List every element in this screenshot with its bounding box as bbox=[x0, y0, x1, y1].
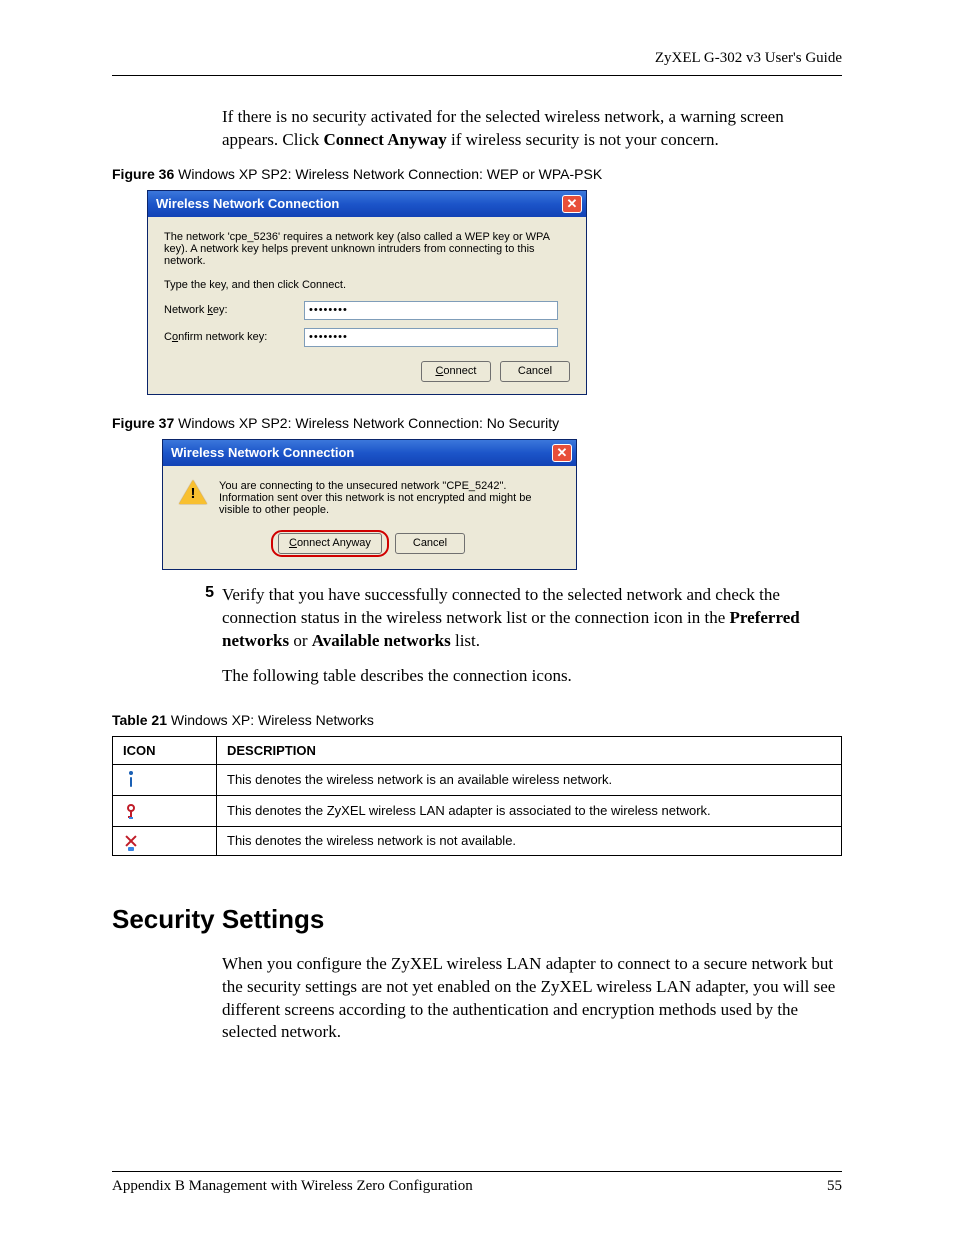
intro-text-2: if wireless security is not your concern… bbox=[447, 130, 719, 149]
ca-u: C bbox=[289, 537, 297, 549]
cancel-button[interactable]: Cancel bbox=[500, 361, 570, 382]
dialog-nosec-titlebar[interactable]: Wireless Network Connection ✕ bbox=[163, 440, 576, 466]
intro-paragraph: If there is no security activated for th… bbox=[222, 106, 842, 152]
figure-37-caption: Figure 37 Windows XP SP2: Wireless Netwo… bbox=[112, 415, 842, 431]
cell-icon-available bbox=[113, 764, 217, 795]
figure-36-caption-text: Windows XP SP2: Wireless Network Connect… bbox=[174, 166, 602, 182]
th-icon: ICON bbox=[113, 736, 217, 764]
dialog-wep-instr: Type the key, and then click Connect. bbox=[164, 279, 570, 291]
dialog-wep-titlebar[interactable]: Wireless Network Connection ✕ bbox=[148, 191, 586, 217]
connect-button[interactable]: Connect bbox=[421, 361, 491, 382]
confirm-key-input[interactable] bbox=[304, 328, 558, 347]
dialog-nosec: Wireless Network Connection ✕ You are co… bbox=[162, 439, 577, 570]
available-network-icon bbox=[123, 771, 139, 789]
confirm-key-label: Confirm network key: bbox=[164, 331, 304, 343]
step-5-body: Verify that you have successfully connec… bbox=[222, 584, 842, 653]
cell-icon-associated bbox=[113, 795, 217, 826]
table-21-caption-text: Windows XP: Wireless Networks bbox=[167, 712, 374, 728]
figure-37-caption-text: Windows XP SP2: Wireless Network Connect… bbox=[174, 415, 559, 431]
ck-post: nfirm network key: bbox=[178, 331, 267, 343]
ck-pre: C bbox=[164, 331, 172, 343]
s5-b2: Available networks bbox=[312, 631, 451, 650]
s5-t3: list. bbox=[451, 631, 480, 650]
header-guide-title: ZyXEL G-302 v3 User's Guide bbox=[112, 50, 842, 67]
header-rule bbox=[112, 75, 842, 76]
footer-rule bbox=[112, 1171, 842, 1172]
figure-37-label: Figure 37 bbox=[112, 415, 174, 431]
table-header-row: ICON DESCRIPTION bbox=[113, 736, 842, 764]
s5-t2: or bbox=[289, 631, 312, 650]
connect-post: onnect bbox=[443, 365, 476, 377]
table-row: This denotes the wireless network is an … bbox=[113, 764, 842, 795]
figure-36-caption: Figure 36 Windows XP SP2: Wireless Netwo… bbox=[112, 166, 842, 182]
close-icon[interactable]: ✕ bbox=[552, 444, 572, 462]
dialog-wep: Wireless Network Connection ✕ The networ… bbox=[147, 190, 587, 395]
s5-t1: Verify that you have successfully connec… bbox=[222, 585, 780, 627]
cell-desc-associated: This denotes the ZyXEL wireless LAN adap… bbox=[217, 795, 842, 826]
cancel-button[interactable]: Cancel bbox=[395, 533, 465, 554]
cell-desc-available: This denotes the wireless network is an … bbox=[217, 764, 842, 795]
table-21-label: Table 21 bbox=[112, 712, 167, 728]
ca-post: onnect Anyway bbox=[297, 537, 371, 549]
nk-pre: Network bbox=[164, 304, 207, 316]
table-row: This denotes the wireless network is not… bbox=[113, 826, 842, 855]
associated-network-icon bbox=[123, 802, 139, 820]
table-row: This denotes the ZyXEL wireless LAN adap… bbox=[113, 795, 842, 826]
table-21-caption: Table 21 Windows XP: Wireless Networks bbox=[112, 712, 842, 728]
step-5-number: 5 bbox=[198, 584, 222, 653]
figure-36-label: Figure 36 bbox=[112, 166, 174, 182]
dialog-nosec-desc: You are connecting to the unsecured netw… bbox=[219, 480, 560, 516]
cell-desc-notavailable: This denotes the wireless network is not… bbox=[217, 826, 842, 855]
footer-page-number: 55 bbox=[827, 1178, 842, 1195]
dialog-wep-desc: The network 'cpe_5236' requires a networ… bbox=[164, 231, 570, 267]
intro-bold: Connect Anyway bbox=[324, 130, 447, 149]
network-key-input[interactable] bbox=[304, 301, 558, 320]
security-settings-paragraph: When you configure the ZyXEL wireless LA… bbox=[222, 953, 842, 1045]
not-available-network-icon bbox=[123, 833, 139, 849]
dialog-wep-title: Wireless Network Connection bbox=[156, 196, 339, 211]
connect-anyway-button[interactable]: Connect Anyway bbox=[278, 533, 382, 554]
th-desc: DESCRIPTION bbox=[217, 736, 842, 764]
dialog-nosec-title: Wireless Network Connection bbox=[171, 445, 354, 460]
icon-table: ICON DESCRIPTION This denotes the wirele… bbox=[112, 736, 842, 856]
warning-icon bbox=[179, 480, 207, 506]
step-5-followup: The following table describes the connec… bbox=[222, 665, 842, 688]
close-icon[interactable]: ✕ bbox=[562, 195, 582, 213]
highlight-ring: Connect Anyway bbox=[271, 530, 389, 557]
cell-icon-notavailable bbox=[113, 826, 217, 855]
footer-appendix: Appendix B Management with Wireless Zero… bbox=[112, 1178, 473, 1195]
nk-post: ey: bbox=[213, 304, 228, 316]
security-settings-heading: Security Settings bbox=[112, 904, 842, 935]
network-key-label: Network key: bbox=[164, 304, 304, 316]
